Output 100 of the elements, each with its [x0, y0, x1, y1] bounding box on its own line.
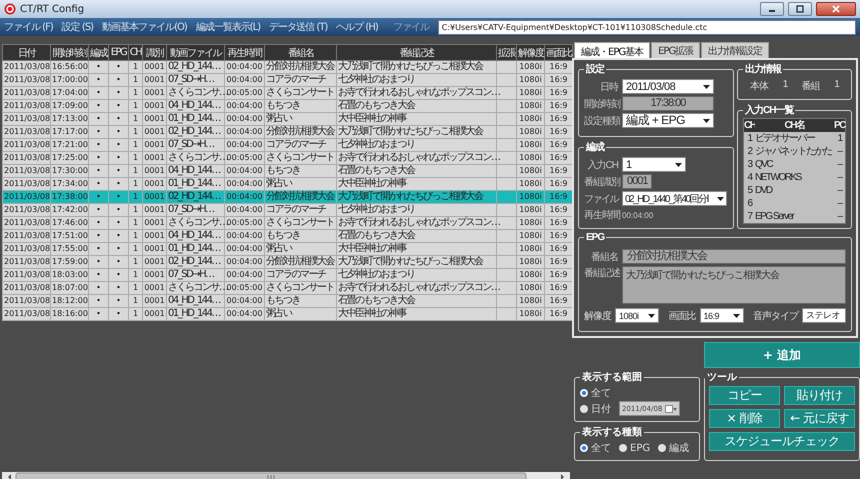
tab[interactable]: 出力情報設定 — [701, 42, 770, 58]
table-cell-text: 4 — [746, 171, 754, 184]
menu-item[interactable]: 編成一覧表示(L) — [196, 20, 260, 34]
radio-button[interactable]: 全て — [580, 386, 611, 400]
aspect-dropdown[interactable]: 16:9 — [700, 308, 744, 323]
menu-item[interactable]: ファイル (F) — [4, 20, 53, 34]
table-row[interactable]: 2011/03/08 16:56:00 • • 1 0001 02_HD_144… 00:04:00 分館対抗相撲大会 大乃浅町で開かれたちびっこ相撲大会 1080i 16:9 — [2, 60, 572, 74]
menu-item[interactable]: データ送信 (T) — [269, 20, 328, 34]
file-label: ファイル — [392, 21, 429, 34]
column-header[interactable]: 拡張 — [496, 44, 516, 60]
group-title: 設定 — [584, 62, 606, 76]
column-header[interactable]: EPG — [108, 44, 128, 60]
table-cell: 七夕神社のおまつり — [336, 204, 496, 216]
table-row[interactable]: 2011/03/08 17:25:00 • • 1 0001 さくらコンサ…00:05:00 さくらコンサート お寺で行われるおしゃれなポップスコン… 1080i 16:9 — [2, 152, 572, 164]
table-row[interactable]: 2011/03/08 17:51:00 • • 1 0001 04_HD_144… 00:04:00 もちつき 石畳のもちつき大会 1080i 16:9 — [2, 230, 572, 242]
menu-item[interactable]: 動画基本ファイル(O) — [102, 20, 187, 34]
table-cell: もちつき — [264, 230, 336, 242]
column-header[interactable]: 解像度 — [516, 44, 544, 60]
menu-item[interactable]: 設定 (S) — [62, 20, 94, 34]
column-header[interactable]: 識別 — [142, 44, 166, 60]
table-cell-text: – — [836, 197, 844, 210]
table-row[interactable]: 2011/03/08 17:09:00 • • 1 0001 04_HD_144… 00:04:00 もちつき 石畳のもちつき大会 1080i 16:9 — [2, 100, 572, 112]
table-row[interactable]: 2011/03/08 17:38:00 • • 1 0001 02_HD_144… 00:04:00 分館対抗相撲大会 大乃浅町で開かれたちびっこ相撲大会 1080i 16:9 — [2, 190, 572, 204]
tool-button[interactable]: コピー — [709, 386, 780, 405]
description-field[interactable]: 大乃浅町で開かれたちびっこ相撲大会 — [622, 266, 846, 304]
radio-button[interactable]: EPG — [619, 442, 650, 454]
menu-item[interactable]: ヘルプ (H) — [336, 20, 378, 34]
column-header[interactable]: 開始時刻 — [50, 44, 88, 60]
type-dropdown[interactable]: 編成 + EPG — [622, 113, 714, 128]
table-row[interactable]: 2011/03/08 18:12:00 • • 1 0001 04_HD_144… 00:04:00 もちつき 石畳のもちつき大会 1080i 16:9 — [2, 294, 572, 308]
column-header[interactable]: 日付 — [2, 44, 50, 60]
table-cell: 00:04:00 — [224, 178, 264, 190]
table-cell: 04_HD_144… — [166, 164, 224, 178]
table-row[interactable]: 2011/03/08 18:16:00 • • 1 0001 01_HD_144… 00:04:00 粥占い 大中臣神社の神事 1080i 16:9 — [2, 308, 572, 320]
table-cell-text: 3 — [746, 158, 754, 171]
table-row[interactable]: 2011/03/08 17:00:00 • • 1 0001 07_SD→H… 00:04:00 コアラのマーチ 七夕神社のおまつり 1080i 16:9 — [2, 74, 572, 86]
schedule-check-button[interactable]: スケジュールチェック — [709, 432, 855, 451]
column-header[interactable]: 番組名 — [264, 44, 336, 60]
table-cell: 18:03:00 — [50, 268, 88, 282]
table-cell: もちつき — [264, 100, 336, 112]
minimize-button[interactable] — [760, 2, 784, 16]
maximize-icon — [795, 5, 805, 13]
table-row[interactable]: 2011/03/08 17:34:00 • • 1 0001 01_HD_144… 00:04:00 粥占い 大中臣神社の神事 1080i 16:9 — [2, 178, 572, 190]
table-cell: 粥占い — [264, 308, 336, 320]
column-header[interactable]: 編成 — [88, 44, 108, 60]
add-button[interactable]: + 追加 — [704, 342, 860, 368]
table-row[interactable]: 2011/03/08 17:17:00 • • 1 0001 02_HD_144… 00:04:00 分館対抗相撲大会 大乃浅町で開かれたちびっこ相撲大会 1080i 16:9 — [2, 126, 572, 138]
table-cell: もちつき — [264, 294, 336, 308]
table-cell: 00:04:00 — [224, 190, 264, 204]
field-label: 解像度 — [584, 310, 611, 322]
tool-button[interactable]: 貼り付け — [784, 386, 855, 405]
table-row[interactable]: 2011/03/08 18:03:00 • • 1 0001 07_SD→H… 00:04:00 コアラのマーチ 七夕神社のおまつり 1080i 16:9 — [2, 268, 572, 282]
maximize-button[interactable] — [788, 2, 812, 16]
table-row[interactable]: 2011/03/08 17:21:00 • • 1 0001 07_SD→H… 00:04:00 コアラのマーチ 七夕神社のおまつり 1080i 16:9 — [2, 138, 572, 152]
tab[interactable]: EPG拡張 — [651, 42, 700, 58]
table-row[interactable]: 2011/03/08 17:46:00 • • 1 0001 さくらコンサ…00:05:00 さくらコンサート お寺で行われるおしゃれなポップスコン… 1080i 16:9 — [2, 216, 572, 230]
table-cell: 2011/03/08 — [2, 204, 50, 216]
tool-button[interactable]: ← 元に戻す — [784, 409, 855, 428]
table-cell: 00:04:00 — [224, 308, 264, 320]
table-row[interactable]: 2011/03/08 17:30:00 • • 1 0001 04_HD_144… 00:04:00 もちつき 石畳のもちつき大会 1080i 16:9 — [2, 164, 572, 178]
field-label: 番組記述 — [584, 266, 618, 280]
radio-button[interactable]: 日付 — [580, 402, 611, 416]
table-cell: 分館対抗相撲大会 — [264, 190, 336, 204]
field-label: 音声タイプ — [753, 310, 798, 322]
table-row[interactable]: 2011/03/08 17:13:00 • • 1 0001 01_HD_144… 00:04:00 粥占い 大中臣神社の神事 1080i 16:9 — [2, 112, 572, 126]
column-header[interactable]: 動画ファイル — [166, 44, 224, 60]
table-cell: もちつき — [264, 164, 336, 178]
table-cell: 04_HD_144… — [166, 294, 224, 308]
table-cell: 2011/03/08 — [2, 74, 50, 86]
column-header[interactable]: 画面比 — [544, 44, 572, 60]
table-cell: 2011/03/08 — [2, 294, 50, 308]
table-cell: 00:04:00 — [224, 126, 264, 138]
file-dropdown[interactable]: 02_HD_1440_第40回分Ⅰ — [622, 191, 727, 206]
table-row[interactable]: 2011/03/08 17:55:00 • • 1 0001 01_HD_144… 00:04:00 粥占い 大中臣神社の神事 1080i 16:9 — [2, 242, 572, 256]
table-cell: 17:59:00 — [50, 256, 88, 268]
table-cell: 00:05:00 — [224, 216, 264, 230]
table-cell: 01_HD_144… — [166, 242, 224, 256]
column-header[interactable]: CH — [128, 44, 142, 60]
table-cell: 2011/03/08 — [2, 282, 50, 294]
table-row[interactable]: 2011/03/08 17:59:00 • • 1 0001 02_HD_144… 00:04:00 分館対抗相撲大会 大乃浅町で開かれたちびっこ相撲大会 1080i 16:9 — [2, 256, 572, 268]
start-time-field: 17:38:00 — [622, 96, 714, 111]
column-header[interactable]: 番組記述 — [336, 44, 496, 60]
radio-button[interactable]: 全て — [580, 441, 611, 455]
table-row[interactable]: 2011/03/08 17:04:00 • • 1 0001 さくらコンサ…00:05:00 さくらコンサート お寺で行われるおしゃれなポップスコン… 1080i 16:9 — [2, 86, 572, 100]
close-button[interactable] — [816, 2, 856, 16]
table-cell: 17:04:00 — [50, 86, 88, 100]
table-row[interactable]: 2011/03/08 18:07:00 • • 1 0001 さくらコンサ…00:05:00 さくらコンサート お寺で行われるおしゃれなポップスコン… 1080i 16:9 — [2, 282, 572, 294]
radio-button[interactable]: 編成 — [658, 441, 690, 455]
tool-button[interactable]: × 削除 — [709, 409, 780, 428]
resolution-dropdown[interactable]: 1080i — [615, 308, 659, 323]
audio-type-dropdown[interactable]: ステレオ — [802, 308, 846, 323]
date-dropdown[interactable]: 2011/03/08 — [622, 79, 714, 94]
input-ch-dropdown[interactable]: 1 — [622, 157, 686, 172]
column-header[interactable]: 再生時間 — [224, 44, 264, 60]
table-cell-text: ジャパネットたかた — [755, 145, 833, 158]
table-cell: コアラのマーチ — [264, 138, 336, 152]
table-cell: 七夕神社のおまつり — [336, 74, 496, 86]
table-row[interactable]: 2011/03/08 17:42:00 • • 1 0001 07_SD→H… 00:04:00 コアラのマーチ 七夕神社のおまつり 1080i 16:9 — [2, 204, 572, 216]
file-path-field[interactable]: C:¥Users¥CATV-Equipment¥Desktop¥CT-101¥110308Schedule.ctc — [438, 20, 856, 34]
table-cell: 17:55:00 — [50, 242, 88, 256]
